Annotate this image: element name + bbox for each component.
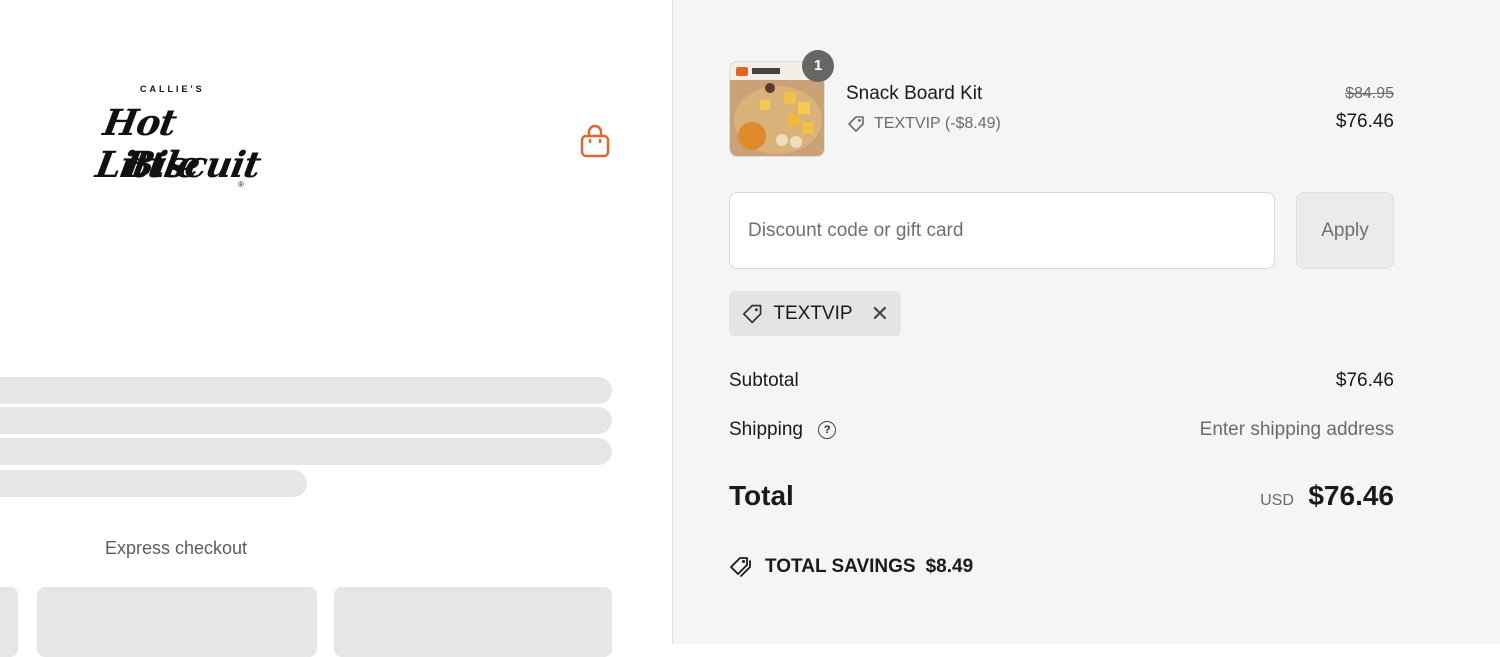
discount-code-input[interactable] <box>729 192 1275 269</box>
savings-label: TOTAL SAVINGS <box>765 556 916 577</box>
shopping-bag-icon[interactable] <box>579 124 611 160</box>
discounted-price: $76.46 <box>1335 111 1394 132</box>
loading-placeholder <box>0 470 307 497</box>
express-pay-button[interactable] <box>0 587 18 657</box>
brand-logo[interactable]: CALLIE'S Hot Little Biscuit ® <box>93 80 264 208</box>
express-pay-button[interactable] <box>37 587 317 657</box>
total-value: $76.46 <box>1308 480 1394 511</box>
shipping-value: Enter shipping address <box>1199 419 1394 440</box>
applied-discount-chip: TEXTVIP ✕ <box>729 291 901 336</box>
savings-value: $8.49 <box>925 556 974 577</box>
product-discount-line: TEXTVIP (-$8.49) <box>846 114 1001 134</box>
express-pay-button[interactable] <box>334 587 612 657</box>
tags-icon <box>730 557 751 577</box>
quantity-badge: 1 <box>802 50 834 82</box>
original-price: $84.95 <box>1345 85 1394 102</box>
applied-code-label: TEXTVIP <box>773 302 853 324</box>
subtotal-label: Subtotal <box>729 370 799 391</box>
total-row: Total USD $76.46 <box>729 480 1394 512</box>
loading-placeholder <box>0 438 612 465</box>
subtotal-row: Subtotal $76.46 <box>729 370 1394 392</box>
express-checkout-label: Express checkout <box>104 538 248 558</box>
currency-code: USD <box>1260 492 1294 509</box>
remove-code-icon[interactable]: ✕ <box>871 302 889 325</box>
total-label: Total <box>729 480 794 511</box>
product-discount-text: TEXTVIP (-$8.49) <box>874 115 1001 132</box>
tag-icon <box>742 304 762 323</box>
shipping-label: Shipping <box>729 419 803 440</box>
main-panel: CALLIE'S Hot Little Biscuit ® Express ch… <box>0 0 672 657</box>
shipping-row: Shipping ? Enter shipping address <box>729 419 1394 441</box>
product-name: Snack Board Kit <box>846 83 983 104</box>
logo-registered: ® <box>238 180 244 189</box>
loading-placeholder <box>0 377 612 404</box>
loading-placeholder <box>0 407 612 434</box>
subtotal-value: $76.46 <box>1335 370 1394 391</box>
tag-icon <box>848 116 864 132</box>
help-icon[interactable]: ? <box>818 420 837 439</box>
logo-top-text: CALLIE'S <box>140 84 205 94</box>
total-savings: TOTAL SAVINGS $8.49 <box>729 555 973 579</box>
apply-button[interactable]: Apply <box>1296 192 1394 269</box>
